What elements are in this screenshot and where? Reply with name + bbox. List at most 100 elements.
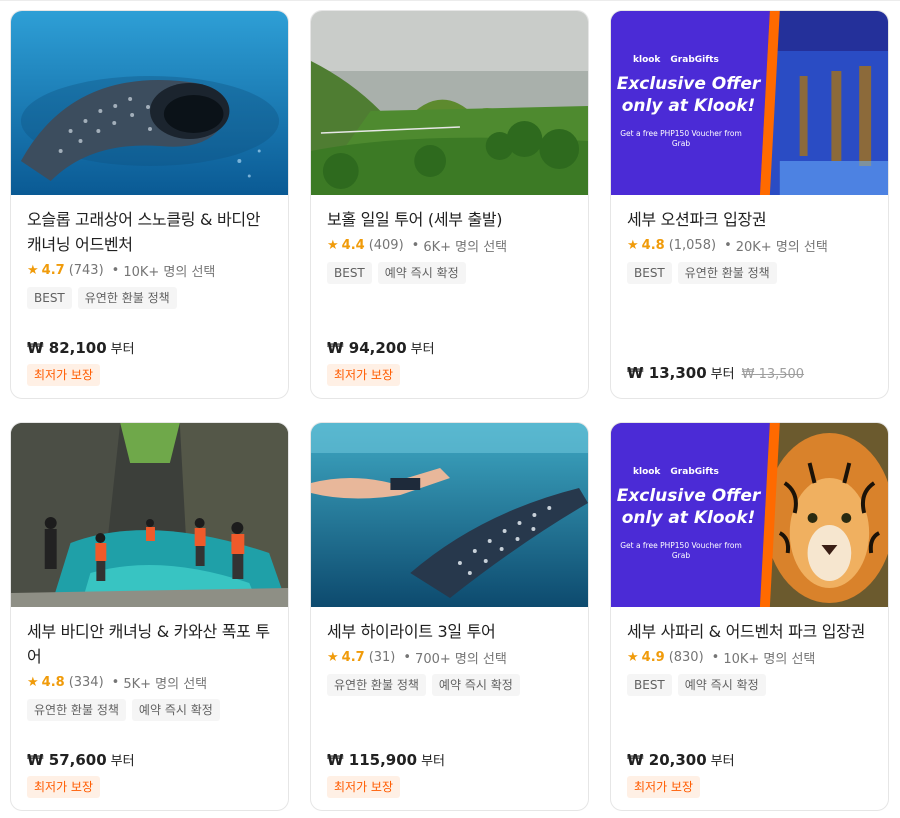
rating-row: ★ 4.8 (1,058) • 20K+ 명의 선택 <box>627 236 872 255</box>
rating-value: 4.7 <box>41 263 65 278</box>
activity-title[interactable]: 세부 사파리 & 어드벤처 파크 입장권 <box>627 619 872 644</box>
activity-title[interactable]: 세부 하이라이트 3일 투어 <box>327 619 572 644</box>
tag-list: 유연한 환불 정책 예약 즉시 확정 <box>327 674 572 696</box>
tag: BEST <box>27 287 72 309</box>
tag-list: BEST 유연한 환불 정책 <box>627 262 872 284</box>
review-count: (334) <box>68 675 104 690</box>
promo-logos: klook GrabGifts <box>633 467 719 477</box>
price-unit: 부터 <box>421 754 446 769</box>
review-count: (31) <box>368 650 396 665</box>
tag: 예약 즉시 확정 <box>377 262 466 284</box>
price-block: ₩ 115,900 부터 최저가 보장 <box>327 750 445 798</box>
review-count: (743) <box>68 263 104 278</box>
tag: 예약 즉시 확정 <box>131 699 220 721</box>
klook-logo: klook <box>633 55 661 65</box>
rating-row: ★ 4.9 (830) • 10K+ 명의 선택 <box>627 648 872 667</box>
star-icon: ★ <box>327 650 339 665</box>
booked-count: 6K+ 명의 선택 <box>423 240 508 255</box>
tag: 유연한 환불 정책 <box>27 699 126 721</box>
grabgifts-logo: GrabGifts <box>670 467 719 477</box>
tag-list: 유연한 환불 정책 예약 즉시 확정 <box>27 699 272 721</box>
promo-subtext: Get a free PHP150 Voucher from Grab <box>620 129 742 148</box>
rating-value: 4.9 <box>641 650 665 665</box>
tag: 유연한 환불 정책 <box>327 674 426 696</box>
price-block: ₩ 57,600 부터 최저가 보장 <box>27 750 135 798</box>
tag: 유연한 환불 정책 <box>77 287 177 309</box>
best-price-badge: 최저가 보장 <box>327 364 401 386</box>
separator-dot: • <box>711 650 720 665</box>
booked-count: 700+ 명의 선택 <box>415 652 507 667</box>
activity-image-canyoneering <box>11 423 288 607</box>
activity-title[interactable]: 세부 바디안 캐녀닝 & 카와산 폭포 투어 <box>27 619 272 669</box>
star-icon: ★ <box>27 263 39 278</box>
activity-title[interactable]: 오슬롭 고래상어 스노클링 & 바디안 캐녀닝 어드벤처 <box>27 207 272 257</box>
price-unit: 부터 <box>110 342 135 357</box>
activity-card-safari-park[interactable]: klook GrabGifts Exclusive Offer only at … <box>610 422 889 811</box>
booked-count: 10K+ 명의 선택 <box>123 265 216 280</box>
activity-title[interactable]: 보홀 일일 투어 (세부 출발) <box>327 207 572 232</box>
price-block: ₩ 20,300 부터 최저가 보장 <box>627 750 735 798</box>
rating-value: 4.4 <box>341 238 365 253</box>
activity-card-whale-shark-canyoneering[interactable]: 오슬롭 고래상어 스노클링 & 바디안 캐녀닝 어드벤처 ★ 4.7 (743)… <box>10 10 289 399</box>
best-price-badge: 최저가 보장 <box>27 364 101 386</box>
best-price-badge: 최저가 보장 <box>627 776 701 798</box>
tag: 유연한 환불 정책 <box>677 262 777 284</box>
star-icon: ★ <box>627 650 639 665</box>
price-unit: 부터 <box>410 342 435 357</box>
activity-title[interactable]: 세부 오션파크 입장권 <box>627 207 872 232</box>
price-value: ₩ 115,900 <box>327 751 418 769</box>
price-value: ₩ 20,300 <box>627 751 707 769</box>
separator-dot: • <box>403 650 412 665</box>
tag: 예약 즉시 확정 <box>431 674 520 696</box>
price-value: ₩ 13,300 <box>627 364 707 382</box>
activity-image-chocolate-hills <box>311 11 588 195</box>
tag-list: BEST 유연한 환불 정책 <box>27 287 272 309</box>
promo-headline: Exclusive Offer only at Klook! <box>616 74 761 116</box>
rating-value: 4.8 <box>41 675 65 690</box>
promo-subtext: Get a free PHP150 Voucher from Grab <box>620 541 742 560</box>
price-unit: 부터 <box>710 754 735 769</box>
tag: BEST <box>627 674 672 696</box>
tag: 예약 즉시 확정 <box>677 674 766 696</box>
promo-headline: Exclusive Offer only at Klook! <box>616 486 761 528</box>
rating-row: ★ 4.7 (31) • 700+ 명의 선택 <box>327 648 572 667</box>
rating-value: 4.7 <box>341 650 365 665</box>
review-count: (830) <box>668 650 704 665</box>
tag-list: BEST 예약 즉시 확정 <box>627 674 872 696</box>
activity-image-whale-shark <box>11 11 288 195</box>
activity-card-ocean-park[interactable]: klook GrabGifts Exclusive Offer only at … <box>610 10 889 399</box>
review-count: (409) <box>368 238 404 253</box>
activity-image-snorkel-whale-shark <box>311 423 588 607</box>
star-icon: ★ <box>327 238 339 253</box>
separator-dot: • <box>411 238 420 253</box>
review-count: (1,058) <box>668 238 717 253</box>
activity-card-cebu-highlights[interactable]: 세부 하이라이트 3일 투어 ★ 4.7 (31) • 700+ 명의 선택 유… <box>310 422 589 811</box>
tag: BEST <box>627 262 672 284</box>
best-price-badge: 최저가 보장 <box>27 776 101 798</box>
activity-image-promo-safari: klook GrabGifts Exclusive Offer only at … <box>611 423 888 607</box>
rating-value: 4.8 <box>641 238 665 253</box>
top-divider <box>0 0 900 4</box>
separator-dot: • <box>111 675 120 690</box>
price-unit: 부터 <box>110 754 135 769</box>
promo-logos: klook GrabGifts <box>633 55 719 65</box>
price-value: ₩ 57,600 <box>27 751 107 769</box>
rating-row: ★ 4.8 (334) • 5K+ 명의 선택 <box>27 673 272 692</box>
klook-logo: klook <box>633 467 661 477</box>
rating-row: ★ 4.4 (409) • 6K+ 명의 선택 <box>327 236 572 255</box>
price-value: ₩ 94,200 <box>327 339 407 357</box>
separator-dot: • <box>111 263 120 278</box>
activity-grid: 오슬롭 고래상어 스노클링 & 바디안 캐녀닝 어드벤처 ★ 4.7 (743)… <box>10 10 889 811</box>
best-price-badge: 최저가 보장 <box>327 776 401 798</box>
booked-count: 20K+ 명의 선택 <box>735 240 828 255</box>
original-price: ₩ 13,500 <box>741 367 805 382</box>
star-icon: ★ <box>27 675 39 690</box>
rating-row: ★ 4.7 (743) • 10K+ 명의 선택 <box>27 261 272 280</box>
activity-card-bohol-day-tour[interactable]: 보홀 일일 투어 (세부 출발) ★ 4.4 (409) • 6K+ 명의 선택… <box>310 10 589 399</box>
activity-image-promo-ocean-park: klook GrabGifts Exclusive Offer only at … <box>611 11 888 195</box>
separator-dot: • <box>724 238 732 253</box>
activity-card-badian-canyoneering[interactable]: 세부 바디안 캐녀닝 & 카와산 폭포 투어 ★ 4.8 (334) • 5K+… <box>10 422 289 811</box>
booked-count: 5K+ 명의 선택 <box>123 677 208 692</box>
tag: BEST <box>327 262 372 284</box>
price-block: ₩ 82,100 부터 최저가 보장 <box>27 338 135 386</box>
